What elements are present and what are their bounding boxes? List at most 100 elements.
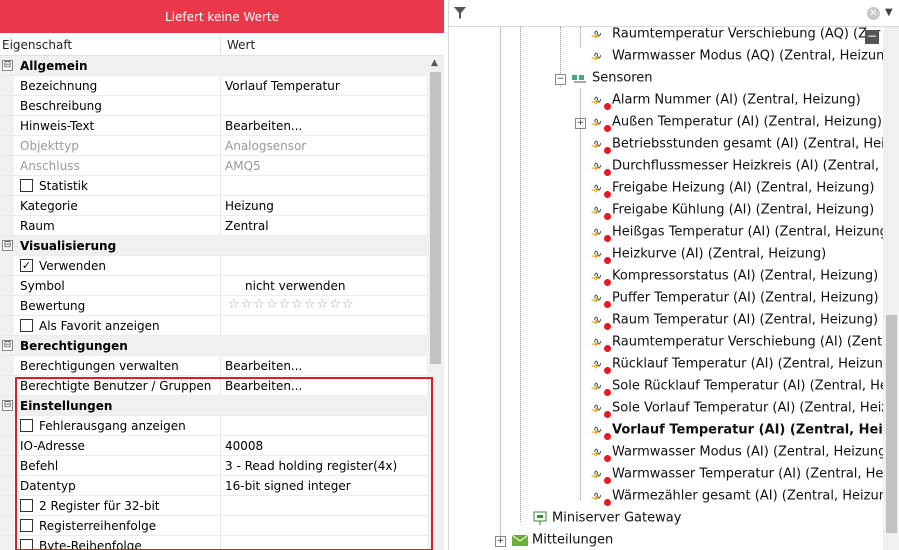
filter-icon[interactable] — [453, 6, 467, 20]
tree-item-raumtemperatur-verschiebung-ai-zentral[interactable]: ➜ ∿ Raumtemperatur Verschiebung (AI) (Zent… — [591, 334, 899, 354]
tree-item-durchflussmesser-heizkreis-ai-zentral-heiz[interactable]: ➜ ∿ Durchflussmesser Heizkreis (AI) (Zentr… — [591, 158, 899, 178]
tree-item-raumtemperatur-verschiebung-aq-zer[interactable]: ➜ ∿ Raumtemperatur Verschiebung (AQ) (Zer — [591, 26, 880, 46]
property-value-datentyp[interactable]: 16-bit signed integer — [225, 479, 351, 493]
tree-item-sole-ruecklauf-temperatur-ai-zentral-heizu[interactable]: ➜ ∿ Sole Rücklauf Temperatur (AI) (Zentral… — [591, 378, 899, 398]
column-divider — [220, 216, 221, 235]
tree-item-label: Heißgas Temperatur (AI) (Zentral, Heizun… — [612, 224, 893, 240]
wave-icon: ∿ — [593, 225, 603, 238]
column-divider — [220, 136, 221, 155]
property-row-bewertung[interactable]: Bewertung ☆☆☆☆☆☆☆☆☆☆ — [0, 296, 427, 316]
tree-item-label: Raumtemperatur Verschiebung (AQ) (Zer — [612, 26, 881, 42]
collapse-category-icon[interactable]: ⊟ — [2, 340, 13, 351]
expand-node-icon[interactable]: + — [495, 536, 506, 547]
wave-icon: ∿ — [593, 137, 603, 150]
scroll-up-icon[interactable]: ▲ — [431, 58, 438, 68]
checkbox-2-register-fuer-32-bit[interactable] — [20, 499, 33, 512]
property-label: Objekttyp — [20, 139, 79, 153]
collapse-icon[interactable]: − — [865, 30, 879, 44]
property-row-anschluss[interactable]: Anschluss AMQ5 — [0, 156, 427, 176]
row-gutter — [0, 456, 14, 475]
tree-item-puffer-temperatur-ai-zentral-heizung[interactable]: ➜ ∿ Puffer Temperatur (AI) (Zentral, Heizu… — [591, 290, 879, 310]
property-row-fehlerausgang-anzeigen[interactable]: Fehlerausgang anzeigen — [0, 416, 427, 436]
checkbox-fehlerausgang-anzeigen[interactable] — [20, 419, 33, 432]
property-grid-scrollbar[interactable]: ▲ — [427, 56, 444, 550]
row-gutter — [0, 176, 14, 195]
tree-item-freigabe-heizung-ai-zentral-heizung[interactable]: ➜ ∿ Freigabe Heizung (AI) (Zentral, Heizun… — [591, 180, 874, 200]
property-row-berechtigungen-verwalten[interactable]: Berechtigungen verwalten Bearbeiten... — [0, 356, 427, 376]
property-row-objekttyp[interactable]: Objekttyp Analogsensor — [0, 136, 427, 156]
tree-item-warmwasser-temperatur-ai-zentral-heizur[interactable]: ➜ ∿ Warmwasser Temperatur (AI) (Zentral, H… — [591, 466, 899, 486]
tree-scrollbar[interactable] — [883, 27, 899, 550]
collapse-category-icon[interactable]: ⊟ — [2, 400, 13, 411]
row-gutter — [0, 196, 14, 215]
tree-item-betriebsstunden-gesamt-ai-zentral-heizun[interactable]: ➜ ∿ Betriebsstunden gesamt (AI) (Zentral, … — [591, 136, 899, 156]
property-row-kategorie[interactable]: Kategorie Heizung — [0, 196, 427, 216]
chevron-down-icon[interactable]: ▼ — [885, 7, 893, 18]
property-row-symbol[interactable]: Symbol nicht verwenden — [0, 276, 427, 296]
tree-item-heizkurve-ai-zentral-heizung[interactable]: ➜ ∿ Heizkurve (AI) (Zentral, Heizung) — [591, 246, 826, 266]
tree-item-raum-temperatur-ai-zentral-heizung[interactable]: ➜ ∿ Raum Temperatur (AI) (Zentral, Heizung… — [591, 312, 878, 332]
tree-item-freigabe-kuehlung-ai-zentral-heizung[interactable]: ➜ ∿ Freigabe Kühlung (AI) (Zentral, Heizun… — [591, 202, 874, 222]
tree-item-alarm-nummer-ai-zentral-heizung[interactable]: ➜ ∿ Alarm Nummer (AI) (Zentral, Heizung) — [591, 92, 861, 112]
tree-item-warmwasser-modus-ai-zentral-heizung[interactable]: ➜ ∿ Warmwasser Modus (AI) (Zentral, Heizun… — [591, 444, 891, 464]
property-row-hinweis-text[interactable]: Hinweis-Text Bearbeiten... — [0, 116, 427, 136]
property-row-statistik[interactable]: Statistik — [0, 176, 427, 196]
collapse-node-icon[interactable]: − — [555, 74, 566, 85]
tree-item-label: Raumtemperatur Verschiebung (AI) (Zentra… — [612, 334, 899, 350]
wave-icon: ∿ — [593, 159, 603, 172]
property-label: Datentyp — [20, 479, 76, 493]
tree-item-miniserver-gateway[interactable]: Miniserver Gateway — [531, 510, 681, 530]
tree-item-kompressorstatus-ai-zentral-heizung[interactable]: ➜ ∿ Kompressorstatus (AI) (Zentral, Heizun… — [591, 268, 878, 288]
tree-item-aussen-temperatur-ai-zentral-heizung[interactable]: ➜ ∿ Außen Temperatur (AI) (Zentral, Heizun… — [591, 114, 882, 134]
expand-node-icon[interactable]: + — [575, 118, 586, 129]
scrollbar-thumb[interactable] — [430, 72, 441, 364]
property-row-befehl[interactable]: Befehl 3 - Read holding register(4x) — [0, 456, 427, 476]
tree-item-sole-vorlauf-temperatur-ai-zentral-heizun[interactable]: ➜ ∿ Sole Vorlauf Temperatur (AI) (Zentral,… — [591, 400, 899, 420]
property-row-registerreihenfolge[interactable]: Registerreihenfolge — [0, 516, 427, 536]
property-row-verwenden[interactable]: ✓ Verwenden — [0, 256, 427, 276]
property-value-raum[interactable]: Zentral — [225, 219, 269, 233]
scrollbar-thumb[interactable] — [886, 315, 897, 533]
checkbox-registerreihenfolge[interactable] — [20, 519, 33, 532]
property-value-berechtigungen-verwalten[interactable]: Bearbeiten... — [225, 359, 302, 373]
row-gutter — [0, 476, 14, 495]
clear-filter-icon[interactable]: ✕ — [867, 7, 880, 20]
tree-item-mitteilungen[interactable]: Mitteilungen — [511, 532, 613, 550]
property-row-raum[interactable]: Raum Zentral — [0, 216, 427, 236]
property-row-2-register-fuer-32-bit[interactable]: 2 Register für 32-bit — [0, 496, 427, 516]
checkbox-statistik[interactable] — [20, 179, 33, 192]
collapse-category-icon[interactable]: ⊟ — [2, 60, 13, 71]
tree-item-label: Mitteilungen — [532, 532, 614, 548]
property-value-befehl[interactable]: 3 - Read holding register(4x) — [225, 459, 397, 473]
property-label: Visualisierung — [20, 239, 117, 253]
wave-icon: ∿ — [593, 357, 603, 370]
tree-item-ruecklauf-temperatur-ai-zentral-heizung[interactable]: ➜ ∿ Rücklauf Temperatur (AI) (Zentral, Hei… — [591, 356, 896, 376]
column-divider[interactable] — [220, 35, 221, 55]
tree-item-sensoren[interactable]: Sensoren — [571, 70, 653, 90]
property-column-header[interactable]: Eigenschaft — [2, 38, 72, 52]
property-row-datentyp[interactable]: Datentyp 16-bit signed integer — [0, 476, 427, 496]
value-column-header[interactable]: Wert — [227, 38, 255, 52]
checkbox-byte-reihenfolge[interactable] — [20, 539, 33, 550]
property-value-hinweis-text[interactable]: Bearbeiten... — [225, 119, 302, 133]
property-value-berechtigte-benutzer-gruppen[interactable]: Bearbeiten... — [225, 379, 302, 393]
property-row-io-adresse[interactable]: IO-Adresse 40008 — [0, 436, 427, 456]
property-row-byte-reihenfolge[interactable]: Byte-Reihenfolge — [0, 536, 427, 550]
tree-filter-bar[interactable]: ✕ ▼ — [449, 4, 899, 27]
tree-item-vorlauf-temperatur-ai-zentral-heizung[interactable]: ➜ ∿ Vorlauf Temperatur (AI) (Zentral, Heiz… — [591, 422, 899, 442]
property-row-bezeichnung[interactable]: Bezeichnung Vorlauf Temperatur — [0, 76, 427, 96]
property-value-kategorie[interactable]: Heizung — [225, 199, 274, 213]
property-row-berechtigte-benutzer-gruppen[interactable]: Berechtigte Benutzer / Gruppen Bearbeiten… — [0, 376, 427, 396]
property-row-beschreibung[interactable]: Beschreibung — [0, 96, 427, 116]
collapse-category-icon[interactable]: ⊟ — [2, 240, 13, 251]
property-value-io-adresse[interactable]: 40008 — [225, 439, 263, 453]
checkbox-verwenden[interactable]: ✓ — [20, 259, 33, 272]
property-row-als-favorit-anzeigen[interactable]: Als Favorit anzeigen — [0, 316, 427, 336]
property-value-symbol[interactable]: nicht verwenden — [245, 279, 346, 293]
property-value-bezeichnung[interactable]: Vorlauf Temperatur — [225, 79, 340, 93]
tree-item-waermezaehler-gesamt-ai-zentral-heizung[interactable]: ➜ ∿ Wärmezähler gesamt (AI) (Zentral, Heiz… — [591, 488, 899, 508]
checkbox-als-favorit-anzeigen[interactable] — [20, 319, 33, 332]
rating-stars[interactable]: ☆☆☆☆☆☆☆☆☆☆ — [228, 297, 355, 312]
tree-item-warmwasser-modus-aq-zentral-heizung[interactable]: ➜ ∿ Warmwasser Modus (AQ) (Zentral, Heizun… — [591, 48, 898, 68]
tree-item-heissgas-temperatur-ai-zentral-heizung[interactable]: ➜ ∿ Heißgas Temperatur (AI) (Zentral, Heiz… — [591, 224, 893, 244]
